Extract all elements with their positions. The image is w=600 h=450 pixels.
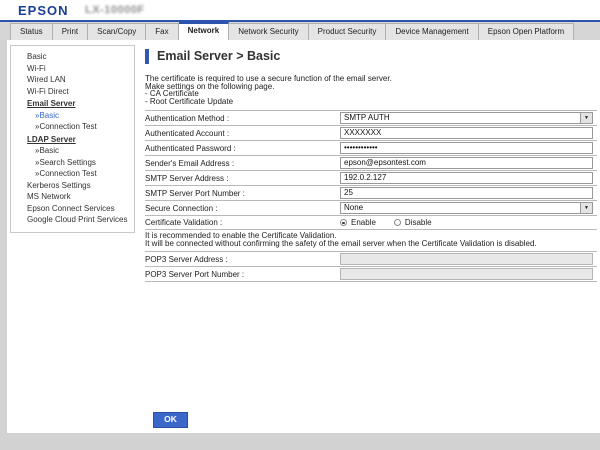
field-value-secure-connection: None ▼ bbox=[340, 201, 597, 215]
sidebar-item-wi-fi[interactable]: Wi-Fi bbox=[11, 63, 134, 75]
sidebar-item-search-settings[interactable]: »Search Settings bbox=[11, 157, 134, 169]
field-row-secure-connection: Secure Connection : None ▼ bbox=[145, 201, 597, 216]
sidebar-item-ldap-server[interactable]: LDAP Server bbox=[11, 134, 134, 146]
field-row-authenticated-password: Authenticated Password : •••••••••••• bbox=[145, 141, 597, 156]
field-value-smtp-server-address: 192.0.2.127 bbox=[340, 171, 597, 185]
authentication-method-select[interactable]: SMTP AUTH ▼ bbox=[340, 112, 593, 124]
field-row-sender-s-email-address: Sender's Email Address : epson@epsontest.… bbox=[145, 156, 597, 171]
page-description: The certificate is required to use a sec… bbox=[145, 75, 597, 105]
sidebar-item-google-cloud-print-services[interactable]: Google Cloud Print Services bbox=[11, 214, 134, 226]
top-header: EPSON LX-10000F bbox=[0, 0, 600, 20]
field-value-authenticated-password: •••••••••••• bbox=[340, 141, 597, 155]
field-label-certificate-validation: Certificate Validation : bbox=[145, 218, 340, 227]
tab-device-management[interactable]: Device Management bbox=[386, 23, 478, 40]
field-row-smtp-server-port-number: SMTP Server Port Number : 25 bbox=[145, 186, 597, 201]
secure-connection-select[interactable]: None ▼ bbox=[340, 202, 593, 214]
sidebar-item-connection-test[interactable]: »Connection Test bbox=[11, 168, 134, 180]
tab-network-security[interactable]: Network Security bbox=[229, 23, 308, 40]
tab-status[interactable]: Status bbox=[10, 23, 53, 40]
tab-print[interactable]: Print bbox=[53, 23, 88, 40]
field-value-authenticated-account: XXXXXXX bbox=[340, 126, 597, 140]
tab-bar: StatusPrintScan/CopyFaxNetworkNetwork Se… bbox=[0, 22, 600, 40]
field-value-certificate-validation: Enable Disable bbox=[340, 217, 597, 228]
tab-fax[interactable]: Fax bbox=[146, 23, 178, 40]
tab-epson-open-platform[interactable]: Epson Open Platform bbox=[479, 23, 574, 40]
field-value-sender-s-email-address: epson@epsontest.com bbox=[340, 156, 597, 170]
sidebar-item-epson-connect-services[interactable]: Epson Connect Services bbox=[11, 203, 134, 215]
tab-product-security[interactable]: Product Security bbox=[309, 23, 387, 40]
radio-option-disable[interactable]: Disable bbox=[394, 218, 432, 227]
field-row-smtp-server-address: SMTP Server Address : 192.0.2.127 bbox=[145, 171, 597, 186]
description-line: Make settings on the following page. bbox=[145, 83, 597, 91]
field-label-pop3-server-address: POP3 Server Address : bbox=[145, 255, 340, 264]
field-text-authenticated-account: XXXXXXX bbox=[344, 128, 381, 137]
field-label-sender-s-email-address: Sender's Email Address : bbox=[145, 159, 340, 168]
sidebar-item-kerberos-settings[interactable]: Kerberos Settings bbox=[11, 180, 134, 192]
radio-label-disable: Disable bbox=[405, 218, 432, 227]
printer-model-label: LX-10000F bbox=[85, 4, 145, 16]
field-value-smtp-server-port-number: 25 bbox=[340, 186, 597, 200]
field-text-authenticated-password: •••••••••••• bbox=[344, 143, 378, 152]
authenticated-account-input[interactable]: XXXXXXX bbox=[340, 127, 593, 139]
sidebar-item-ms-network[interactable]: MS Network bbox=[11, 191, 134, 203]
note-line: It will be connected without confirming … bbox=[145, 240, 597, 248]
sidebar-item-basic[interactable]: »Basic bbox=[11, 110, 134, 122]
page-title: Email Server > Basic bbox=[157, 49, 280, 63]
field-value-pop3-server-address bbox=[340, 252, 597, 266]
settings-form: Authentication Method :SMTP AUTH▼Authent… bbox=[145, 110, 597, 282]
pop3-server-port-number-input bbox=[340, 268, 593, 280]
sender-s-email-address-input[interactable]: epson@epsontest.com bbox=[340, 157, 593, 169]
field-text-sender-s-email-address: epson@epsontest.com bbox=[344, 158, 426, 167]
sidebar-item-connection-test[interactable]: »Connection Test bbox=[11, 121, 134, 133]
description-line: - Root Certificate Update bbox=[145, 98, 597, 106]
title-accent-bar bbox=[145, 49, 149, 64]
sidebar-item-wi-fi-direct[interactable]: Wi-Fi Direct bbox=[11, 86, 134, 98]
field-row-certificate-validation: Certificate Validation : Enable Disable bbox=[145, 216, 597, 230]
radio-icon-enable[interactable] bbox=[340, 219, 347, 226]
field-text-secure-connection: None bbox=[344, 203, 363, 212]
tab-network[interactable]: Network bbox=[179, 22, 230, 40]
field-value-pop3-server-port-number bbox=[340, 267, 597, 281]
smtp-server-port-number-input[interactable]: 25 bbox=[340, 187, 593, 199]
field-value-authentication-method: SMTP AUTH ▼ bbox=[340, 111, 597, 125]
field-label-secure-connection: Secure Connection : bbox=[145, 204, 340, 213]
page-title-row: Email Server > Basic bbox=[145, 48, 597, 64]
field-row-authenticated-account: Authenticated Account : XXXXXXX bbox=[145, 126, 597, 141]
field-row-pop3-server-port-number: POP3 Server Port Number : bbox=[145, 267, 597, 282]
field-row-pop3-server-address: POP3 Server Address : bbox=[145, 252, 597, 267]
main-panel: Email Server > Basic The certificate is … bbox=[145, 48, 597, 282]
ok-button[interactable]: OK bbox=[153, 412, 188, 428]
field-label-authentication-method: Authentication Method : bbox=[145, 114, 340, 123]
epson-logo: EPSON bbox=[18, 3, 69, 18]
sidebar-item-basic[interactable]: Basic bbox=[11, 51, 134, 63]
sidebar-item-wired-lan[interactable]: Wired LAN bbox=[11, 74, 134, 86]
field-label-authenticated-password: Authenticated Password : bbox=[145, 144, 340, 153]
sidebar-item-basic[interactable]: »Basic bbox=[11, 145, 134, 157]
sidebar-item-email-server[interactable]: Email Server bbox=[11, 98, 134, 110]
field-text-authentication-method: SMTP AUTH bbox=[344, 113, 390, 122]
radio-group-certificate-validation: Enable Disable bbox=[340, 218, 593, 227]
field-label-authenticated-account: Authenticated Account : bbox=[145, 129, 340, 138]
field-label-smtp-server-port-number: SMTP Server Port Number : bbox=[145, 189, 340, 198]
field-label-smtp-server-address: SMTP Server Address : bbox=[145, 174, 340, 183]
certificate-validation-note: It is recommended to enable the Certific… bbox=[145, 230, 597, 252]
radio-label-enable: Enable bbox=[351, 218, 376, 227]
tab-scan-copy[interactable]: Scan/Copy bbox=[88, 23, 146, 40]
radio-option-enable[interactable]: Enable bbox=[340, 218, 376, 227]
pop3-server-address-input bbox=[340, 253, 593, 265]
dropdown-arrow-icon[interactable]: ▼ bbox=[580, 203, 592, 213]
field-text-smtp-server-port-number: 25 bbox=[344, 188, 353, 197]
authenticated-password-input[interactable]: •••••••••••• bbox=[340, 142, 593, 154]
dropdown-arrow-icon[interactable]: ▼ bbox=[580, 113, 592, 123]
field-label-pop3-server-port-number: POP3 Server Port Number : bbox=[145, 270, 340, 279]
content-area: BasicWi-FiWired LANWi-Fi DirectEmail Ser… bbox=[7, 40, 600, 433]
smtp-server-address-input[interactable]: 192.0.2.127 bbox=[340, 172, 593, 184]
field-row-authentication-method: Authentication Method : SMTP AUTH ▼ bbox=[145, 111, 597, 126]
field-text-smtp-server-address: 192.0.2.127 bbox=[344, 173, 386, 182]
sidebar-nav: BasicWi-FiWired LANWi-Fi DirectEmail Ser… bbox=[10, 45, 135, 233]
radio-icon-disable[interactable] bbox=[394, 219, 401, 226]
